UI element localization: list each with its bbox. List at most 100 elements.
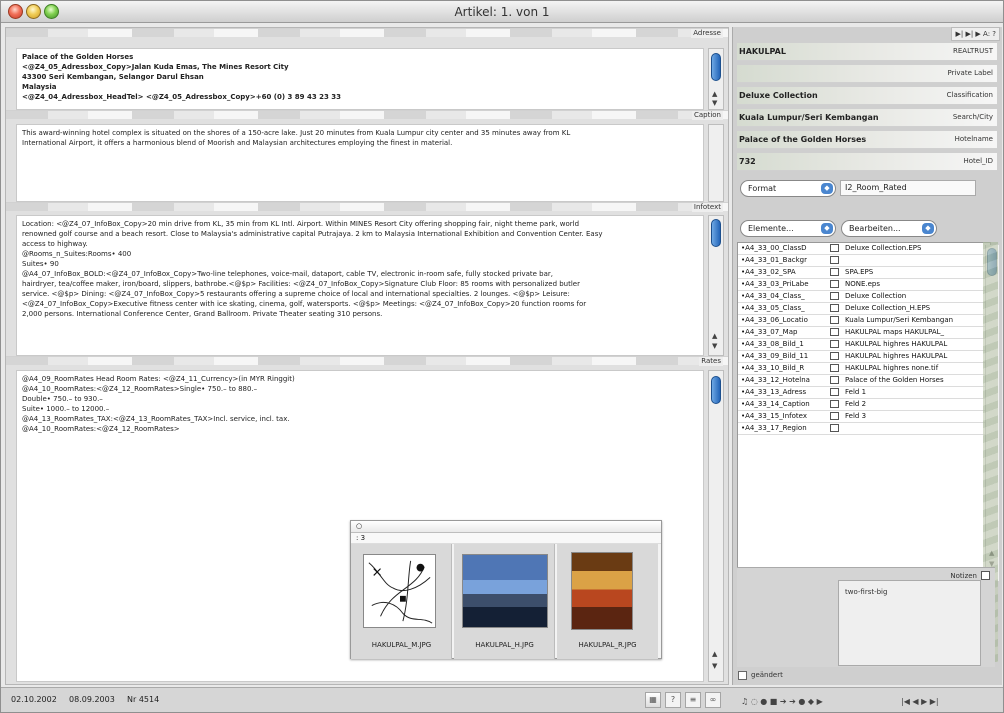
article-content-area: Adresse Palace of the Golden Horses <@Z4… <box>5 27 729 685</box>
list-item[interactable]: •A4_33_14_Caption Feld 2 <box>738 399 990 411</box>
list-item[interactable]: •A4_33_05_Class_ Deluxe Collection_H.EPS <box>738 303 990 315</box>
meta-hotel-id-label: Hotel_ID <box>963 157 994 165</box>
list-item[interactable]: •A4_33_02_SPA SPA.EPS <box>738 267 990 279</box>
link-button[interactable]: ∞ <box>705 692 721 708</box>
map-image-tile[interactable]: HAKULPAL_M.JPG <box>351 544 452 659</box>
list-item-code: •A4_33_10_Bild_R <box>741 364 805 372</box>
meta-agency-label: REALTRUST <box>953 47 993 55</box>
record-navigation[interactable]: ▶| ▶| ▶ A: ? <box>951 27 1000 41</box>
format-select[interactable]: Format ◆ <box>740 180 836 197</box>
list-item[interactable]: •A4_33_12_Hotelna Palace of the Golden Ho… <box>738 375 990 387</box>
list-item-code: •A4_33_03_PriLabe <box>741 280 809 288</box>
list-item-code: •A4_33_15_Infotex <box>741 412 808 420</box>
changed-checkbox-label: geändert <box>751 671 783 679</box>
created-date: 02.10.2002 <box>11 695 57 704</box>
meta-hotel-id-value: 732 <box>739 157 756 166</box>
hotel-image <box>462 554 548 628</box>
caption-scrollbar[interactable] <box>708 124 724 202</box>
notes-icon[interactable] <box>981 571 990 580</box>
field-icon <box>830 400 839 408</box>
meta-row-search-city[interactable]: Kuala Lumpur/Seri Kembangan Search/City <box>737 109 997 127</box>
infotext-line-3: access to highway. <box>22 240 88 248</box>
list-item[interactable]: •A4_33_01_Backgr <box>738 255 990 267</box>
notes-field[interactable]: two-first-big <box>838 580 981 666</box>
infotext-scroll-up-icon[interactable]: ▲ <box>712 333 717 340</box>
preview-title-bar[interactable]: ○ <box>351 521 661 533</box>
record-navigation-icons[interactable]: |◀ ◀ ▶ ▶| <box>901 697 939 706</box>
meta-row-private-label[interactable]: Private Label <box>737 65 997 83</box>
address-scroll-down-icon[interactable]: ▼ <box>712 100 717 107</box>
rates-line-5: @A4_13_RoomRates_TAX:<@Z4_13_RoomRates_T… <box>22 415 290 423</box>
address-scroll-thumb[interactable] <box>711 53 721 81</box>
list-item[interactable]: •A4_33_03_PriLabe NONE.eps <box>738 279 990 291</box>
elements-select-label: Elemente... <box>748 224 794 233</box>
text-icon <box>830 376 839 384</box>
hotel-image-tile[interactable]: HAKULPAL_H.JPG <box>454 544 555 659</box>
notes-panel: Notizen two-first-big <box>737 567 995 667</box>
infotext-scrollbar[interactable]: ▲ ▼ <box>708 215 724 356</box>
caption-line-2: International Airport, it offers a harmo… <box>22 139 453 147</box>
list-view-button[interactable]: ≡ <box>685 692 701 708</box>
meta-city-value: Kuala Lumpur/Seri Kembangan <box>739 113 879 122</box>
list-item[interactable]: •A4_33_04_Class_ Deluxe Collection <box>738 291 990 303</box>
infotext-line-6: @A4_07_InfoBox_BOLD:<@Z4_07_InfoBox_Copy… <box>22 270 554 278</box>
rates-scroll-thumb[interactable] <box>711 376 721 404</box>
meta-classification-label: Classification <box>946 91 993 99</box>
meta-row-agency[interactable]: HAKULPAL REALTRUST <box>737 43 997 61</box>
list-item[interactable]: •A4_33_10_Bild_R HAKULPAL highres none.ti… <box>738 363 990 375</box>
meta-row-classification[interactable]: Deluxe Collection Classification <box>737 87 997 105</box>
list-item-code: •A4_33_12_Hotelna <box>741 376 810 384</box>
format-value-field[interactable]: I2_Room_Rated <box>840 180 976 196</box>
caption-section-label: Caption <box>691 111 723 120</box>
meta-row-hotel-id[interactable]: 732 Hotel_ID <box>737 153 997 171</box>
text-icon <box>830 292 839 300</box>
list-item[interactable]: •A4_33_06_Locatio Kuala Lumpur/Seri Kemba… <box>738 315 990 327</box>
list-item-code: •A4_33_04_Class_ <box>741 292 805 300</box>
rates-scrollbar[interactable]: ▲ ▼ <box>708 370 724 682</box>
caption-line-1: This award-winning hotel complex is situ… <box>22 129 571 137</box>
address-line-2: <@Z4_05_Adressbox_Copy>Jalan Kuda Emas, … <box>22 63 289 71</box>
elements-list[interactable]: •A4_33_00_ClassD Deluxe Collection.EPS •A… <box>737 242 991 581</box>
address-field[interactable]: Palace of the Golden Horses <@Z4_05_Adre… <box>16 48 704 110</box>
changed-checkbox[interactable] <box>738 671 747 680</box>
caption-field[interactable]: This award-winning hotel complex is situ… <box>16 124 704 202</box>
list-item[interactable]: •A4_33_15_Infotex Feld 3 <box>738 411 990 423</box>
document-icon <box>830 304 839 312</box>
list-item[interactable]: •A4_33_08_Bild_1 HAKULPAL highres HAKULPA… <box>738 339 990 351</box>
list-item-value: NONE.eps <box>845 280 881 288</box>
tool-icons[interactable]: ♫ ◌ ● ■ ➔ ➔ ● ◆ ▶ <box>741 697 823 706</box>
list-item[interactable]: •A4_33_13_Adress Feld 1 <box>738 387 990 399</box>
meta-row-hotelname[interactable]: Palace of the Golden Horses Hotelname <box>737 131 997 149</box>
infotext-scroll-thumb[interactable] <box>711 219 721 247</box>
edit-select-label: Bearbeiten... <box>849 224 901 233</box>
edit-select[interactable]: Bearbeiten... ◆ <box>841 220 937 237</box>
title-bar: Artikel: 1. von 1 <box>1 1 1003 23</box>
list-item-value: HAKULPAL highres HAKULPAL <box>845 340 948 348</box>
address-scrollbar[interactable]: ▲ ▼ <box>708 48 724 110</box>
status-bar: 02.10.2002 08.09.2003 Nr 4514 ▦ ? ≡ ∞ ♫ … <box>1 687 1003 712</box>
rates-scroll-down-icon[interactable]: ▼ <box>712 663 717 670</box>
list-item[interactable]: •A4_33_07_Map HAKULPAL maps HAKULPAL_ <box>738 327 990 339</box>
format-select-arrow-icon: ◆ <box>821 183 833 194</box>
address-line-1: Palace of the Golden Horses <box>22 53 134 61</box>
list-item-code: •A4_33_08_Bild_1 <box>741 340 804 348</box>
elements-select-arrow-icon: ◆ <box>821 223 833 234</box>
rates-scroll-up-icon[interactable]: ▲ <box>712 651 717 658</box>
color-palette-icon[interactable]: ▦ <box>645 692 661 708</box>
infotext-scroll-down-icon[interactable]: ▼ <box>712 343 717 350</box>
list-item[interactable]: •A4_33_09_Bild_11 HAKULPAL highres HAKULP… <box>738 351 990 363</box>
modified-date: 08.09.2003 <box>69 695 115 704</box>
help-button[interactable]: ? <box>665 692 681 708</box>
hotel-image-name: HAKULPAL_H.JPG <box>475 641 534 649</box>
infotext-field[interactable]: Location: <@Z4_07_InfoBox_Copy>20 min dr… <box>16 215 704 356</box>
list-item-code: •A4_33_00_ClassD <box>741 244 807 252</box>
elements-select[interactable]: Elemente... ◆ <box>740 220 836 237</box>
document-icon <box>830 328 839 336</box>
list-item[interactable]: •A4_33_17_Region <box>738 423 990 435</box>
room-image-tile[interactable]: HAKULPAL_R.JPG <box>557 544 658 659</box>
address-scroll-up-icon[interactable]: ▲ <box>712 91 717 98</box>
list-item[interactable]: •A4_33_00_ClassD Deluxe Collection.EPS <box>738 243 990 255</box>
document-icon <box>830 280 839 288</box>
list-item-value: SPA.EPS <box>845 268 874 276</box>
image-preview-palette: ○ : 3 HAKULPAL_M.JPG HAKULPAL_H.JPG HAKU… <box>350 520 662 659</box>
